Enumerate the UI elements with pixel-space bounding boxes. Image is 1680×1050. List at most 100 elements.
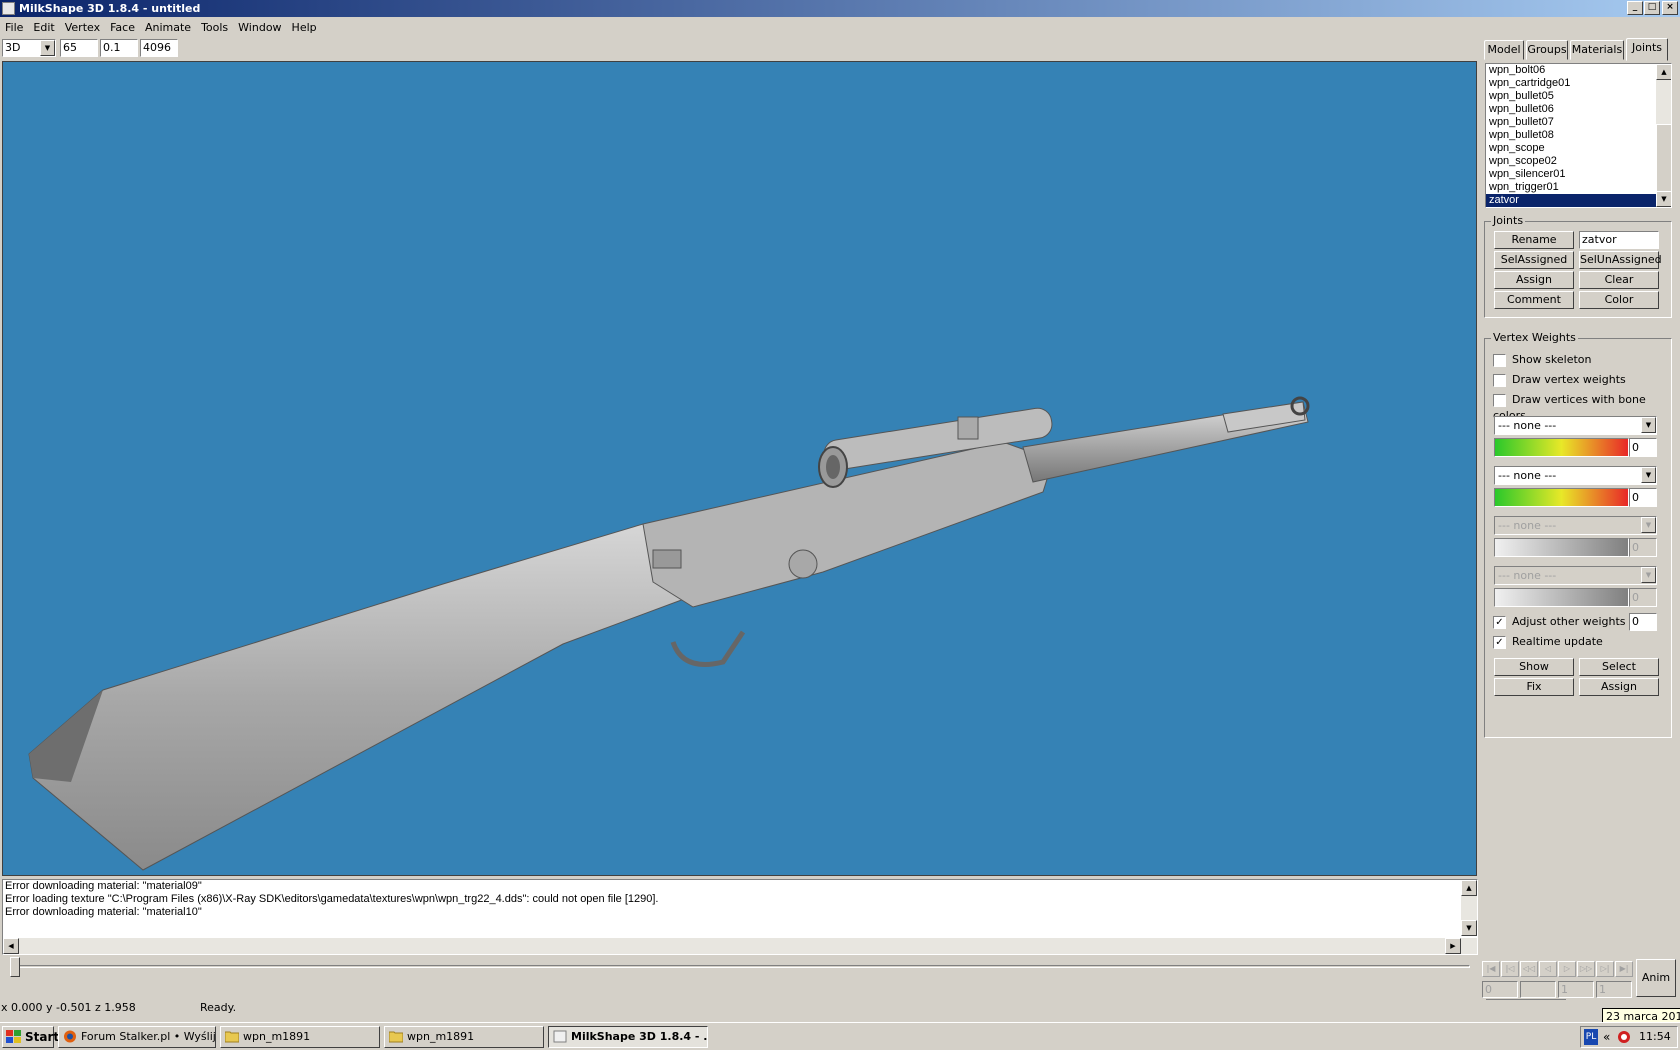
far-clip-field[interactable]: 4096 bbox=[140, 39, 178, 57]
tab-materials[interactable]: Materials bbox=[1570, 40, 1624, 60]
show-button[interactable]: Show bbox=[1494, 658, 1574, 676]
weight-bar-1[interactable] bbox=[1494, 438, 1629, 457]
list-item[interactable]: wpn_bullet05 bbox=[1486, 90, 1671, 103]
message-log[interactable]: Error downloading material: "material09"… bbox=[2, 879, 1478, 955]
view-mode-select[interactable]: 3D ▼ bbox=[2, 39, 56, 57]
show-skeleton-row[interactable]: Show skeleton bbox=[1493, 352, 1592, 368]
scroll-down-icon[interactable]: ▼ bbox=[1656, 191, 1671, 207]
sel-assigned-button[interactable]: SelAssigned bbox=[1494, 251, 1574, 269]
scroll-up-icon[interactable]: ▲ bbox=[1461, 880, 1477, 896]
anim-frame-field-2[interactable] bbox=[1520, 981, 1556, 998]
timeline-track[interactable] bbox=[14, 965, 1470, 968]
assign-button[interactable]: Assign bbox=[1494, 271, 1574, 289]
anim-rewind-button[interactable]: ◁◁ bbox=[1520, 961, 1538, 977]
close-button[interactable]: × bbox=[1662, 1, 1678, 15]
list-item[interactable]: wpn_bullet06 bbox=[1486, 103, 1671, 116]
list-item[interactable]: wpn_silencer01 bbox=[1486, 168, 1671, 181]
menu-file[interactable]: File bbox=[0, 18, 28, 38]
3d-viewport[interactable] bbox=[2, 61, 1477, 876]
scroll-right-icon[interactable]: ▶ bbox=[1445, 938, 1461, 954]
fov-field[interactable]: 65 bbox=[60, 39, 98, 57]
draw-bone-colors-row[interactable]: Draw vertices with bone colors bbox=[1493, 392, 1671, 422]
adjust-value-input[interactable]: 0 bbox=[1629, 613, 1657, 631]
realtime-update-row[interactable]: ✓ Realtime update bbox=[1493, 634, 1603, 650]
minimize-button[interactable]: _ bbox=[1627, 1, 1643, 15]
maximize-button[interactable]: □ bbox=[1644, 1, 1660, 15]
timeline-slider-thumb[interactable] bbox=[10, 957, 20, 977]
tab-joints[interactable]: Joints bbox=[1626, 38, 1668, 61]
task-folder-2[interactable]: wpn_m1891 bbox=[384, 1026, 544, 1048]
list-item[interactable]: wpn_bolt06 bbox=[1486, 64, 1671, 77]
task-folder-1[interactable]: wpn_m1891 bbox=[220, 1026, 380, 1048]
chevron-down-icon[interactable]: ▼ bbox=[1641, 467, 1656, 483]
anim-next-key-button[interactable]: ▷| bbox=[1596, 961, 1614, 977]
tab-groups[interactable]: Groups bbox=[1526, 40, 1568, 60]
task-firefox[interactable]: Forum Stalker.pl • Wyślij ... bbox=[58, 1026, 216, 1048]
anim-prev-frame-button[interactable]: ◁ bbox=[1539, 961, 1557, 977]
menu-tools[interactable]: Tools bbox=[196, 18, 233, 38]
log-horizontal-scrollbar[interactable]: ◀ ▶ bbox=[3, 938, 1477, 954]
select-button[interactable]: Select bbox=[1579, 658, 1659, 676]
anim-prev-key-button[interactable]: |◁ bbox=[1501, 961, 1519, 977]
list-item[interactable]: wpn_bullet08 bbox=[1486, 129, 1671, 142]
color-button[interactable]: Color bbox=[1579, 291, 1659, 309]
anim-next-frame-button[interactable]: ▷ bbox=[1558, 961, 1576, 977]
anim-forward-button[interactable]: ▷▷ bbox=[1577, 961, 1595, 977]
menu-window[interactable]: Window bbox=[233, 18, 286, 38]
bone-select-1[interactable]: --- none --- ▼ bbox=[1494, 416, 1657, 435]
fix-button[interactable]: Fix bbox=[1494, 678, 1574, 696]
tab-model[interactable]: Model bbox=[1484, 40, 1524, 60]
draw-vertex-weights-row[interactable]: Draw vertex weights bbox=[1493, 372, 1626, 388]
joint-name-input[interactable]: zatvor bbox=[1579, 231, 1659, 249]
scroll-down-icon[interactable]: ▼ bbox=[1461, 920, 1477, 936]
adjust-other-checkbox[interactable]: ✓ bbox=[1493, 615, 1506, 629]
start-button[interactable]: Start bbox=[2, 1026, 59, 1048]
app-icon bbox=[2, 2, 15, 15]
chevron-down-icon[interactable]: ▼ bbox=[1641, 417, 1656, 433]
scrollbar-thumb[interactable] bbox=[1656, 124, 1671, 194]
draw-bone-colors-checkbox[interactable] bbox=[1493, 393, 1506, 407]
language-indicator[interactable]: PL bbox=[1584, 1029, 1598, 1045]
list-item[interactable]: wpn_scope bbox=[1486, 142, 1671, 155]
joint-list-scrollbar[interactable]: ▲ ▼ bbox=[1656, 64, 1671, 207]
joint-list[interactable]: wpn_bolt06 wpn_cartridge01 wpn_bullet05 … bbox=[1485, 63, 1672, 208]
task-milkshape[interactable]: MilkShape 3D 1.8.4 - ... bbox=[548, 1026, 708, 1048]
menu-edit[interactable]: Edit bbox=[28, 18, 59, 38]
anim-toggle-button[interactable]: Anim bbox=[1636, 959, 1676, 997]
anim-frame-field-4[interactable]: 1 bbox=[1596, 981, 1632, 998]
near-clip-field[interactable]: 0.1 bbox=[100, 39, 138, 57]
list-item[interactable]: wpn_cartridge01 bbox=[1486, 77, 1671, 90]
assign-weights-button[interactable]: Assign bbox=[1579, 678, 1659, 696]
weight-bar-2[interactable] bbox=[1494, 488, 1629, 507]
anim-frame-field[interactable]: 0 bbox=[1482, 981, 1518, 998]
draw-vertex-weights-checkbox[interactable] bbox=[1493, 373, 1506, 387]
list-item[interactable]: wpn_bullet07 bbox=[1486, 116, 1671, 129]
chevron-down-icon[interactable]: ▼ bbox=[40, 40, 55, 56]
log-vertical-scrollbar[interactable]: ▲ ▼ bbox=[1461, 880, 1477, 936]
show-skeleton-checkbox[interactable] bbox=[1493, 353, 1506, 367]
menu-help[interactable]: Help bbox=[287, 18, 322, 38]
bolt-rear bbox=[652, 549, 682, 569]
antivirus-icon[interactable] bbox=[1617, 1030, 1631, 1044]
sel-unassigned-button[interactable]: SelUnAssigned bbox=[1579, 251, 1662, 269]
rename-button[interactable]: Rename bbox=[1494, 231, 1574, 249]
list-item-selected[interactable]: zatvor bbox=[1486, 194, 1671, 207]
realtime-update-checkbox[interactable]: ✓ bbox=[1493, 635, 1506, 649]
weight-value-1[interactable]: 0 bbox=[1629, 438, 1657, 457]
clear-button[interactable]: Clear bbox=[1579, 271, 1659, 289]
comment-button[interactable]: Comment bbox=[1494, 291, 1574, 309]
menu-animate[interactable]: Animate bbox=[140, 18, 196, 38]
menu-vertex[interactable]: Vertex bbox=[60, 18, 105, 38]
scroll-left-icon[interactable]: ◀ bbox=[3, 938, 19, 954]
list-item[interactable]: wpn_trigger01 bbox=[1486, 181, 1671, 194]
list-item[interactable]: wpn_scope02 bbox=[1486, 155, 1671, 168]
adjust-other-row[interactable]: ✓ Adjust other weights bbox=[1493, 614, 1626, 630]
bone-select-2[interactable]: --- none --- ▼ bbox=[1494, 466, 1657, 485]
scroll-up-icon[interactable]: ▲ bbox=[1656, 64, 1671, 80]
menu-face[interactable]: Face bbox=[105, 18, 140, 38]
anim-last-frame-button[interactable]: ▶| bbox=[1615, 961, 1633, 977]
weight-value-2[interactable]: 0 bbox=[1629, 488, 1657, 507]
anim-frame-field-3[interactable]: 1 bbox=[1558, 981, 1594, 998]
anim-first-frame-button[interactable]: |◀ bbox=[1482, 961, 1500, 977]
tray-expand-icon[interactable]: « bbox=[1603, 1028, 1610, 1046]
